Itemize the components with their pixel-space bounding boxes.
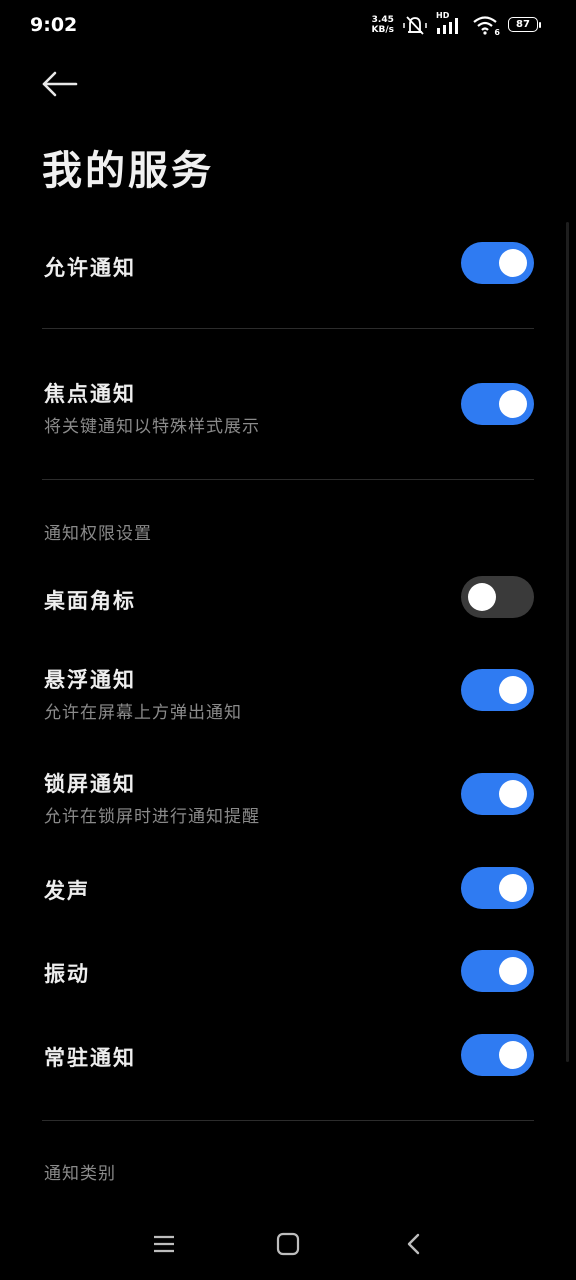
- page-title: 我的服务: [42, 148, 214, 194]
- setting-title: 锁屏通知: [44, 772, 136, 796]
- floating-notifications-toggle[interactable]: [461, 669, 534, 711]
- setting-title: 常驻通知: [44, 1046, 136, 1070]
- vibrate-mute-icon: [402, 14, 428, 36]
- vibration-toggle[interactable]: [461, 950, 534, 992]
- scrollbar[interactable]: [566, 222, 569, 1062]
- setting-vibration[interactable]: 振动: [0, 950, 576, 992]
- app-badge-toggle[interactable]: [461, 576, 534, 618]
- menu-button[interactable]: [152, 1232, 176, 1260]
- cellular-signal-icon: HD: [436, 11, 464, 36]
- nav-back-button[interactable]: [402, 1232, 426, 1260]
- menu-icon: [154, 1235, 174, 1253]
- status-icons: 3.45 KB/s HD 6 87: [372, 11, 542, 37]
- battery-icon: 87: [508, 16, 542, 34]
- setting-subtitle: 将关键通知以特殊样式展示: [44, 417, 260, 437]
- status-bar: 9:02 3.45 KB/s HD 6 87: [0, 0, 576, 52]
- wifi-icon: 6: [472, 14, 500, 37]
- setting-title: 悬浮通知: [44, 668, 136, 692]
- setting-sound[interactable]: 发声: [0, 867, 576, 909]
- wifi-level-label: 6: [494, 28, 500, 37]
- sound-toggle[interactable]: [461, 867, 534, 909]
- setting-title: 发声: [44, 879, 90, 903]
- divider: [42, 1120, 534, 1121]
- setting-title: 振动: [44, 962, 90, 986]
- focus-notifications-toggle[interactable]: [461, 383, 534, 425]
- back-button[interactable]: [40, 68, 80, 100]
- section-label-permissions: 通知权限设置: [44, 524, 152, 544]
- network-speed: 3.45 KB/s: [372, 15, 394, 35]
- allow-notifications-toggle[interactable]: [461, 242, 534, 284]
- status-time: 9:02: [30, 14, 78, 36]
- network-type-label: HD: [436, 11, 450, 20]
- setting-subtitle: 允许在锁屏时进行通知提醒: [44, 807, 260, 827]
- home-button[interactable]: [276, 1232, 300, 1260]
- setting-allow-notifications[interactable]: 允许通知: [0, 242, 576, 286]
- setting-title: 桌面角标: [44, 589, 136, 613]
- network-speed-unit: KB/s: [371, 25, 394, 35]
- setting-focus-notifications[interactable]: 焦点通知 将关键通知以特殊样式展示: [0, 378, 576, 438]
- battery-level: 87: [516, 18, 530, 30]
- divider: [42, 328, 534, 329]
- setting-lockscreen-notifications[interactable]: 锁屏通知 允许在锁屏时进行通知提醒: [0, 768, 576, 827]
- setting-app-badge[interactable]: 桌面角标: [0, 576, 576, 618]
- setting-persistent-notification[interactable]: 常驻通知: [0, 1034, 576, 1076]
- setting-subtitle: 允许在屏幕上方弹出通知: [44, 703, 242, 723]
- chevron-left-icon: [407, 1233, 420, 1255]
- setting-title: 允许通知: [44, 256, 136, 280]
- divider: [42, 479, 534, 480]
- persistent-notification-toggle[interactable]: [461, 1034, 534, 1076]
- navigation-bar: [0, 1210, 576, 1280]
- setting-floating-notifications[interactable]: 悬浮通知 允许在屏幕上方弹出通知: [0, 664, 576, 723]
- home-icon: [276, 1232, 300, 1256]
- section-label-categories: 通知类别: [44, 1164, 116, 1184]
- setting-title: 焦点通知: [44, 382, 136, 406]
- arrow-left-icon: [42, 71, 78, 97]
- network-speed-value: 3.45: [371, 15, 394, 25]
- lockscreen-notifications-toggle[interactable]: [461, 773, 534, 815]
